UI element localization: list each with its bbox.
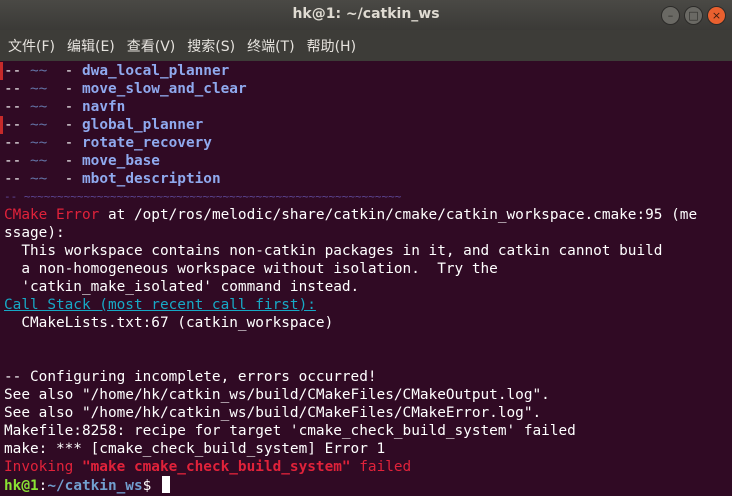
window-title: hk@1: ~/catkin_ws <box>292 6 440 22</box>
menu-help[interactable]: 帮助(H) <box>301 36 362 56</box>
package-line: -- ~~ - move_base <box>4 153 160 169</box>
see-also-line: See also "/home/hk/catkin_ws/build/CMake… <box>4 387 550 403</box>
menu-bar: 文件(F) 编辑(E) 查看(V) 搜索(S) 终端(T) 帮助(H) <box>0 30 732 61</box>
window-controls: – □ × <box>661 6 726 25</box>
prompt-user: hk@1 <box>4 478 39 494</box>
make-error-line: make: *** [cmake_check_build_system] Err… <box>4 441 386 457</box>
menu-view[interactable]: 查看(V) <box>121 36 182 56</box>
separator-line: -- ~~~~~~~~~~~~~~~~~~~~~~~~~~~~~~~~~~~~~… <box>4 190 402 203</box>
left-edge-marker <box>0 62 3 80</box>
menu-file[interactable]: 文件(F) <box>2 36 61 56</box>
cmake-error-continuation: ssage): <box>4 225 65 241</box>
see-also-line: See also "/home/hk/catkin_ws/build/CMake… <box>4 405 542 421</box>
package-line: -- ~~ - mbot_description <box>4 171 221 187</box>
call-stack-header: Call Stack (most recent call first): <box>4 297 316 313</box>
cmake-error-line: CMake Error at /opt/ros/melodic/share/ca… <box>4 207 698 223</box>
package-line: -- ~~ - rotate_recovery <box>4 135 212 151</box>
maximize-button[interactable]: □ <box>684 6 703 25</box>
cmake-error-label: CMake Error <box>4 207 100 223</box>
title-bar[interactable]: hk@1: ~/catkin_ws – □ × <box>0 0 732 30</box>
shell-prompt[interactable]: hk@1:~/catkin_ws$ <box>4 476 170 494</box>
menu-search[interactable]: 搜索(S) <box>181 36 241 56</box>
menu-edit[interactable]: 编辑(E) <box>61 36 121 56</box>
minimize-button[interactable]: – <box>661 6 680 25</box>
close-button[interactable]: × <box>707 6 726 25</box>
terminal-output[interactable]: -- ~~ - dwa_local_planner -- ~~ - move_s… <box>0 61 732 496</box>
package-line: -- ~~ - move_slow_and_clear <box>4 81 247 97</box>
left-edge-marker <box>0 116 3 134</box>
menu-terminal[interactable]: 终端(T) <box>241 36 300 56</box>
package-line: -- ~~ - global_planner <box>4 117 204 133</box>
text-cursor <box>161 476 170 493</box>
error-message-line: a non-homogeneous workspace without isol… <box>4 261 498 277</box>
configuring-line: -- Configuring incomplete, errors occurr… <box>4 369 377 385</box>
invoking-failed-line: Invoking "make cmake_check_build_system"… <box>4 459 412 475</box>
terminal-window: hk@1: ~/catkin_ws – □ × 文件(F) 编辑(E) 查看(V… <box>0 0 732 496</box>
call-stack-entry: CMakeLists.txt:67 (catkin_workspace) <box>4 315 334 331</box>
package-line: -- ~~ - navfn <box>4 99 126 115</box>
prompt-path: ~/catkin_ws <box>47 478 143 494</box>
package-line: -- ~~ - dwa_local_planner <box>4 63 230 79</box>
error-message-line: This workspace contains non-catkin packa… <box>4 243 663 259</box>
error-message-line: 'catkin_make_isolated' command instead. <box>4 279 360 295</box>
makefile-line: Makefile:8258: recipe for target 'cmake_… <box>4 423 576 439</box>
